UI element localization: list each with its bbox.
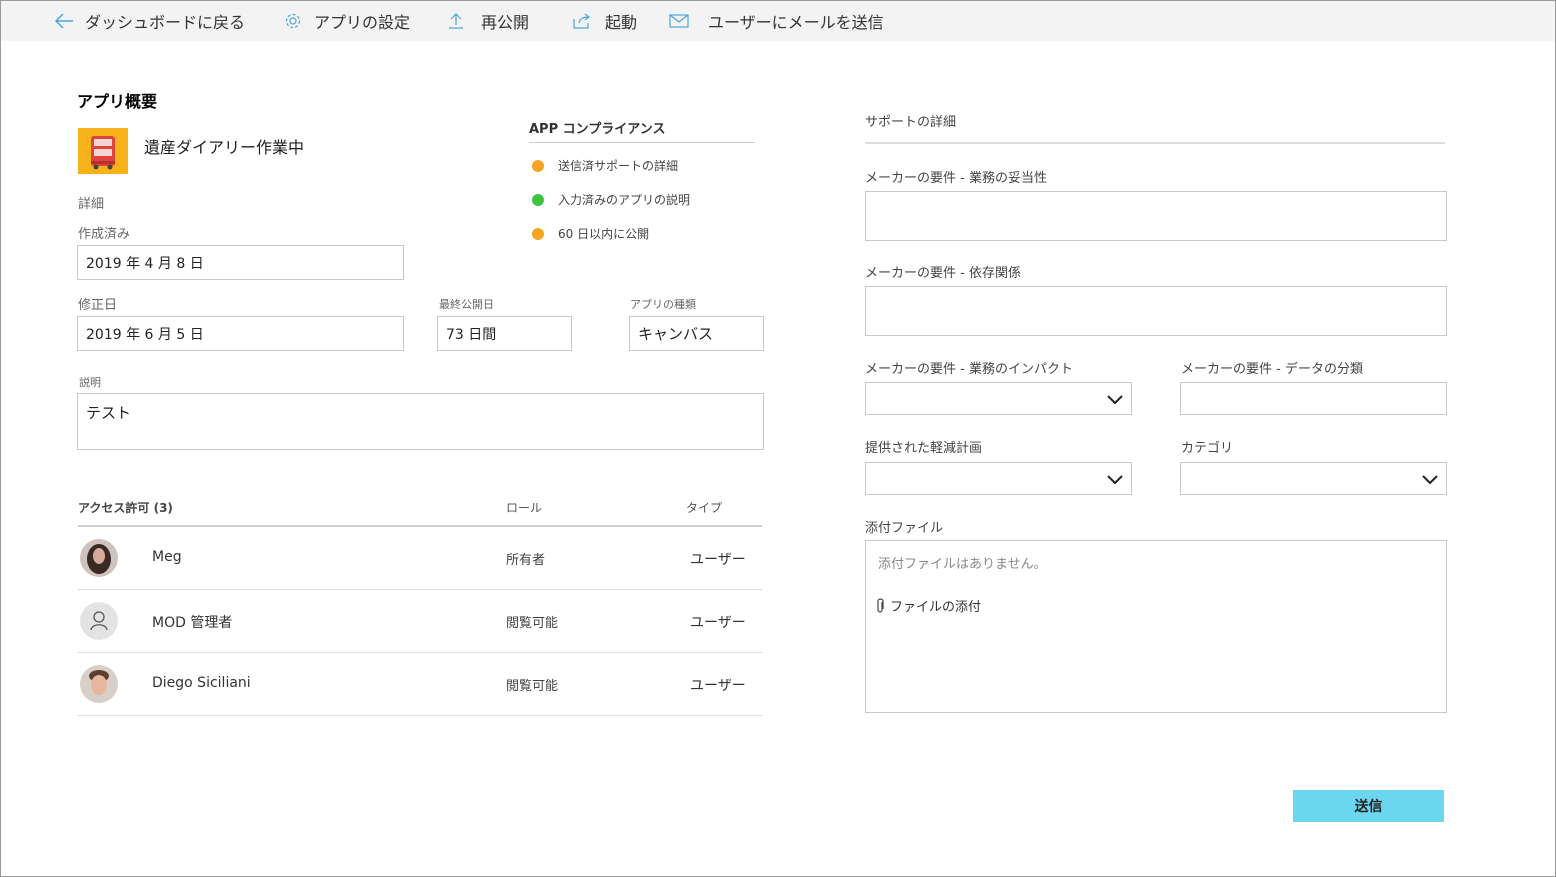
arrow-left-icon	[53, 10, 75, 32]
user-type: ユーザー	[690, 678, 746, 694]
app-settings-label: アプリの設定	[314, 13, 411, 32]
table-row[interactable]: MOD 管理者 閲覧可能 ユーザー	[78, 590, 762, 653]
role-column-header: ロール	[506, 501, 543, 515]
back-to-dashboard-button[interactable]: ダッシュボードに戻る	[53, 1, 245, 41]
compliance-item-publish: 60 日以内に公開	[532, 225, 649, 242]
category-dropdown[interactable]	[1180, 462, 1447, 495]
description-label: 説明	[79, 376, 101, 389]
app-name: 遺産ダイアリー作業中	[144, 138, 305, 157]
user-type: ユーザー	[690, 615, 746, 631]
business-impact-dropdown[interactable]	[865, 382, 1132, 415]
attachments-box: 添付ファイルはありません。 ファイルの添付	[865, 540, 1447, 713]
chevron-down-icon	[1107, 395, 1123, 405]
person-icon	[80, 602, 118, 640]
attachments-empty-text: 添付ファイルはありません。	[878, 557, 1047, 572]
share-icon	[571, 10, 593, 32]
submit-button[interactable]: 送信	[1293, 790, 1444, 822]
data-classification-input[interactable]	[1180, 382, 1447, 415]
attachments-label: 添付ファイル	[865, 521, 944, 536]
type-column-header: タイプ	[686, 501, 723, 515]
gear-icon	[282, 10, 304, 32]
user-name: MOD 管理者	[152, 615, 233, 631]
table-row[interactable]: Diego Siciliani 閲覧可能 ユーザー	[78, 653, 762, 716]
avatar	[80, 665, 118, 703]
mail-icon	[668, 10, 690, 32]
paperclip-icon	[877, 598, 884, 612]
attach-file-button[interactable]: ファイルの添付	[874, 596, 981, 615]
user-role: 閲覧可能	[506, 679, 559, 694]
business-justification-label: メーカーの要件 - 業務の妥当性	[865, 171, 1047, 186]
created-label: 作成済み	[78, 227, 131, 242]
permissions-header: アクセス許可 (3)	[78, 501, 173, 515]
republish-label: 再公開	[481, 13, 530, 32]
dependencies-input[interactable]	[865, 286, 1447, 336]
user-name: Diego Siciliani	[152, 675, 251, 691]
chevron-down-icon	[1107, 475, 1123, 485]
chevron-down-icon	[1422, 475, 1438, 485]
republish-button[interactable]: 再公開	[445, 1, 529, 41]
bus-icon	[78, 128, 128, 174]
divider	[78, 715, 762, 716]
created-field: 2019 年 4 月 8 日	[77, 245, 404, 280]
description-field: テスト	[77, 393, 764, 450]
last-published-label: 最終公開日	[439, 298, 494, 311]
status-dot-icon	[532, 227, 544, 240]
command-bar: ダッシュボードに戻る アプリの設定 再公開 起動 ユーザーにメールを送信	[1, 1, 1555, 41]
user-name: Meg	[152, 549, 182, 565]
category-label: カテゴリ	[1181, 441, 1234, 456]
status-dot-icon	[532, 159, 544, 172]
user-type: ユーザー	[690, 552, 746, 568]
compliance-item-label: 60 日以内に公開	[558, 227, 650, 241]
data-classification-label: メーカーの要件 - データの分類	[1181, 362, 1363, 377]
modified-label: 修正日	[78, 298, 118, 313]
app-type-field: キャンバス	[629, 316, 764, 351]
business-impact-label: メーカーの要件 - 業務のインパクト	[865, 362, 1073, 377]
mitigation-plan-label: 提供された軽減計画	[865, 441, 983, 456]
back-to-dashboard-label: ダッシュボードに戻る	[85, 13, 246, 32]
business-justification-input[interactable]	[865, 191, 1447, 241]
status-dot-icon	[532, 193, 544, 206]
upload-icon	[445, 10, 467, 32]
last-published-field: 73 日間	[437, 316, 572, 351]
app-settings-button[interactable]: アプリの設定	[282, 1, 410, 41]
compliance-item-description: 入力済みのアプリの説明	[532, 191, 690, 208]
avatar	[80, 539, 118, 577]
dependencies-label: メーカーの要件 - 依存関係	[865, 266, 1021, 281]
modified-field: 2019 年 6 月 5 日	[77, 316, 404, 351]
launch-label: 起動	[605, 13, 638, 32]
compliance-item-label: 送信済サポートの詳細	[558, 159, 679, 173]
app-type-label: アプリの種類	[630, 298, 696, 311]
compliance-item-support: 送信済サポートの詳細	[532, 157, 678, 174]
details-label: 詳細	[78, 197, 105, 212]
attach-file-label: ファイルの添付	[890, 600, 982, 615]
app-overview-title: アプリ概要	[77, 92, 158, 111]
email-users-button[interactable]: ユーザーにメールを送信	[668, 1, 884, 41]
user-role: 所有者	[506, 553, 546, 568]
compliance-title: APP コンプライアンス	[529, 118, 755, 143]
mitigation-plan-dropdown[interactable]	[865, 462, 1132, 495]
compliance-item-label: 入力済みのアプリの説明	[558, 193, 691, 207]
email-users-label: ユーザーにメールを送信	[708, 13, 884, 32]
launch-button[interactable]: 起動	[571, 1, 637, 41]
user-role: 閲覧可能	[506, 616, 559, 631]
table-row[interactable]: Meg 所有者 ユーザー	[78, 527, 762, 590]
support-details-title: サポートの詳細	[865, 111, 1445, 144]
